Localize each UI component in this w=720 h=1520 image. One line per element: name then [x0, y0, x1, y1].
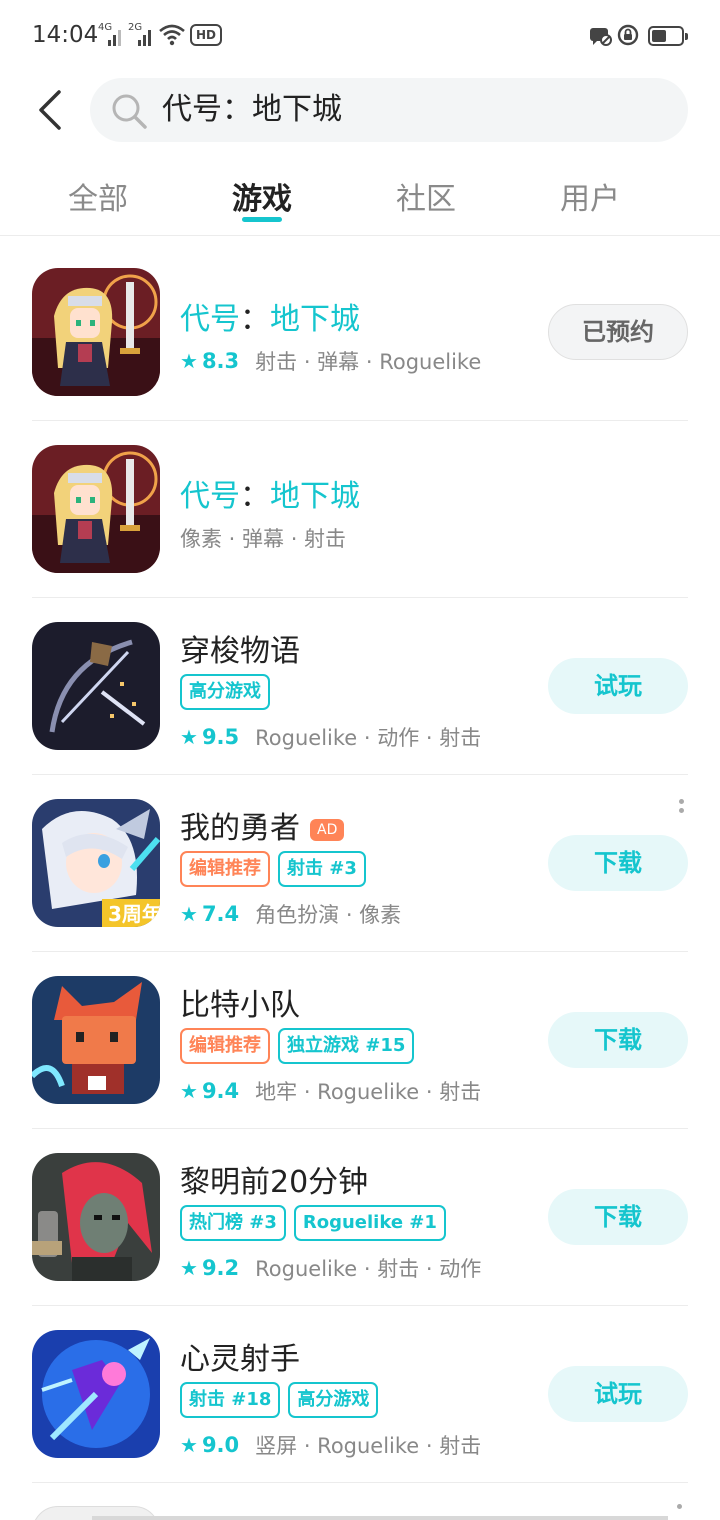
star-icon: ★ [180, 1079, 198, 1103]
battery-icon [648, 26, 688, 46]
star-icon: ★ [180, 725, 198, 749]
signal-4g-icon: 4G [98, 22, 122, 46]
chevron-left-icon [39, 90, 61, 130]
game-title: 我的勇者 AD [180, 803, 345, 847]
star-icon: ★ [180, 1433, 198, 1457]
game-title: 心灵射手 [180, 1342, 300, 1377]
genres: 竖屏 · Roguelike · 射击 [255, 1434, 482, 1458]
genres: Roguelike · 动作 · 射击 [255, 726, 482, 750]
tab-all[interactable]: 全部 [38, 174, 158, 218]
game-meta: ★ 9.4 地牢 · Roguelike · 射击 [180, 1076, 481, 1106]
genres: Roguelike · 射击 · 动作 [255, 1257, 482, 1281]
tag-list: 编辑推荐 独立游戏 #15 [180, 1028, 415, 1064]
tag[interactable]: 高分游戏 [180, 674, 270, 710]
star-icon: ★ [180, 902, 198, 926]
game-icon [32, 445, 160, 573]
tag[interactable]: 独立游戏 #15 [278, 1028, 415, 1064]
game-meta: ★ 8.3 射击 · 弹幕 · Roguelike [180, 346, 481, 376]
signal-2g-icon: 2G [128, 22, 152, 46]
rating: 8.3 [201, 349, 240, 373]
tag-list: 编辑推荐 射击 #3 [180, 851, 366, 887]
game-title: 穿梭物语 [180, 634, 300, 669]
tab-bar: 全部 游戏 社区 用户 [0, 160, 720, 236]
star-icon: ★ [180, 1256, 198, 1280]
tag[interactable]: 射击 #18 [180, 1382, 281, 1418]
svg-text:3周年: 3周年 [108, 902, 160, 926]
status-bar: 14:04 4G 2G HD [0, 0, 720, 72]
more-options-icon[interactable] [676, 799, 686, 825]
search-query: 代号：地下城 [162, 92, 342, 127]
tag[interactable]: 编辑推荐 [180, 851, 270, 887]
genres: 地牢 · Roguelike · 射击 [255, 1080, 482, 1104]
tab-community[interactable]: 社区 [366, 174, 486, 218]
tag[interactable]: 编辑推荐 [180, 1028, 270, 1064]
hd-icon: HD [190, 24, 222, 46]
tag-list: 射击 #18 高分游戏 [180, 1382, 379, 1418]
rotation-lock-icon [617, 24, 639, 46]
message-muted-icon [590, 28, 612, 46]
rating: 9.4 [201, 1079, 240, 1103]
star-icon: ★ [180, 349, 198, 373]
list-item[interactable]: 心灵射手 射击 #18 高分游戏 ★ 9.0 竖屏 · Roguelike · … [32, 1306, 688, 1483]
tag-list: 热门榜 #3 Roguelike #1 [180, 1205, 446, 1241]
back-button[interactable] [30, 88, 70, 132]
try-button[interactable]: 试玩 [548, 1366, 688, 1422]
rating: 7.4 [201, 902, 240, 926]
tag-list: 高分游戏 [180, 674, 270, 710]
wifi-icon [159, 24, 185, 46]
list-item[interactable]: 代号：地下城 ★ 8.3 射击 · 弹幕 · Roguelike 已预约 [32, 244, 688, 421]
rating: 9.5 [201, 725, 240, 749]
genres: 角色扮演 · 像素 [255, 903, 402, 927]
ad-badge: AD [310, 819, 345, 841]
tag[interactable]: Roguelike #1 [293, 1205, 446, 1241]
download-button[interactable]: 下载 [548, 1189, 688, 1245]
battery-level [652, 30, 666, 42]
game-meta: ★ 9.5 Roguelike · 动作 · 射击 [180, 722, 481, 752]
tag[interactable]: 高分游戏 [288, 1382, 379, 1418]
rating: 9.0 [201, 1433, 240, 1457]
list-item[interactable]: 比特小队 编辑推荐 独立游戏 #15 ★ 9.4 地牢 · Roguelike … [32, 952, 688, 1129]
game-title: 比特小队 [180, 988, 300, 1023]
reserved-button[interactable]: 已预约 [548, 304, 688, 360]
divider [92, 1516, 668, 1520]
list-item-partial[interactable] [32, 1504, 688, 1520]
search-input[interactable]: 代号：地下城 [90, 78, 688, 142]
download-button[interactable]: 下载 [548, 835, 688, 891]
game-icon: 3周年 [32, 799, 160, 927]
game-title: 黎明前20分钟 [180, 1165, 369, 1200]
game-title: 代号：地下城 [180, 302, 360, 337]
genres: 射击 · 弹幕 · Roguelike [255, 350, 482, 374]
genres: 像素 · 弹幕 · 射击 [180, 527, 347, 551]
try-button[interactable]: 试玩 [548, 658, 688, 714]
game-icon [32, 1153, 160, 1281]
game-meta: ★ 7.4 角色扮演 · 像素 [180, 899, 401, 929]
list-item[interactable]: 代号：地下城 像素 · 弹幕 · 射击 [32, 421, 688, 598]
game-icon [32, 268, 160, 396]
game-meta: 像素 · 弹幕 · 射击 [180, 523, 346, 553]
tag[interactable]: 热门榜 #3 [180, 1205, 286, 1241]
more-options-icon[interactable] [677, 1504, 682, 1509]
game-title: 代号：地下城 [180, 479, 360, 514]
download-button[interactable]: 下载 [548, 1012, 688, 1068]
tab-games[interactable]: 游戏 [202, 174, 322, 218]
list-item[interactable]: 3周年 我的勇者 AD 编辑推荐 射击 #3 ★ 7.4 角色扮演 · 像素 下载 [32, 775, 688, 952]
game-icon [32, 1330, 160, 1458]
search-icon [112, 94, 147, 129]
game-meta: ★ 9.0 竖屏 · Roguelike · 射击 [180, 1430, 481, 1460]
active-tab-indicator [242, 217, 282, 222]
list-item[interactable]: 穿梭物语 高分游戏 ★ 9.5 Roguelike · 动作 · 射击 试玩 [32, 598, 688, 775]
game-icon [32, 976, 160, 1104]
list-item[interactable]: 黎明前20分钟 热门榜 #3 Roguelike #1 ★ 9.2 Roguel… [32, 1129, 688, 1306]
game-icon [32, 622, 160, 750]
tab-users[interactable]: 用户 [530, 174, 650, 218]
game-meta: ★ 9.2 Roguelike · 射击 · 动作 [180, 1253, 481, 1283]
tag[interactable]: 射击 #3 [278, 851, 366, 887]
status-time: 14:04 [32, 22, 99, 48]
rating: 9.2 [201, 1256, 240, 1280]
